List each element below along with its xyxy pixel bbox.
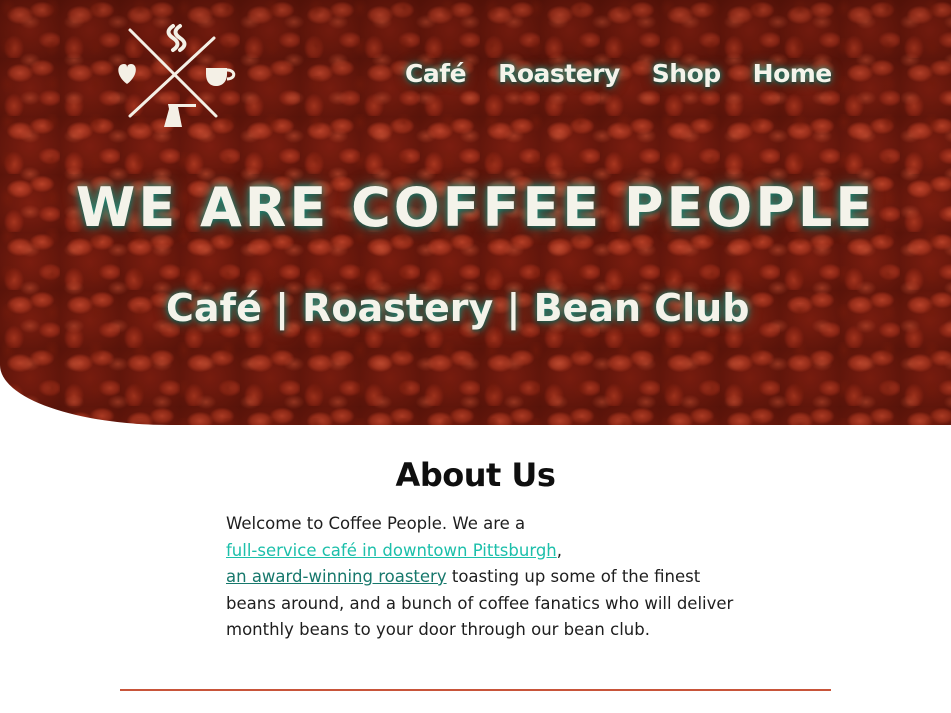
section-divider (120, 689, 831, 691)
nav-item-home[interactable]: Home (737, 56, 848, 92)
about-intro-text: Welcome to Coffee People. We are a (226, 514, 526, 533)
nav-item-cafe[interactable]: Café (400, 56, 482, 92)
about-heading: About Us (395, 456, 556, 494)
roastery-link[interactable]: an award-winning roastery (226, 567, 447, 586)
hero-title: WE ARE COFFEE PEOPLE (75, 176, 876, 239)
about-paragraph: Welcome to Coffee People. We are a full-… (226, 511, 736, 644)
hero-subtitle: Café | Roastery | Bean Club (166, 286, 750, 330)
nav-item-roastery[interactable]: Roastery (482, 56, 636, 92)
coffee-crossed-logo-icon[interactable] (112, 22, 240, 134)
main-nav: Café Roastery Shop Home (400, 56, 848, 92)
hero-banner: Café Roastery Shop Home WE ARE COFFEE PE… (0, 0, 951, 425)
cafe-link[interactable]: full-service café in downtown Pittsburgh (226, 541, 557, 560)
about-comma: , (556, 540, 563, 560)
nav-item-shop[interactable]: Shop (636, 56, 737, 92)
